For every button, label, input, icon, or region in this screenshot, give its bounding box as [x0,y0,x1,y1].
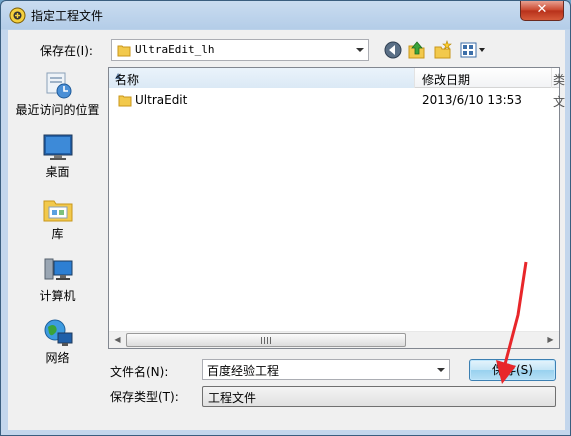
filetype-label: 保存类型(T): [110,390,179,404]
column-header-row: ▲ 名称 修改日期 类 [109,68,565,88]
column-name-label: 名称 [115,73,140,87]
folder-icon [118,95,132,107]
save-dialog-window: 指定工程文件 ✕ 保存在(I): UltraEdit_lh 最近访问的位置 桌面… [0,0,571,436]
place-libraries[interactable]: 库 [8,191,107,253]
item-name: UltraEdit [135,93,188,107]
back-icon[interactable] [383,40,403,60]
place-label: 最近访问的位置 [15,103,100,117]
filename-label: 文件名(N): [110,365,169,379]
dialog-client-area: 保存在(I): UltraEdit_lh 最近访问的位置 桌面 库 计算机 网络… [8,30,565,430]
chevron-down-icon[interactable] [355,45,365,55]
place-network[interactable]: 网络 [8,315,107,377]
red-arrow-annotation-icon [496,261,528,384]
column-header-type[interactable]: 类 [553,71,565,88]
place-computer[interactable]: 计算机 [8,253,107,315]
save-in-label: 保存在(I): [40,44,93,58]
new-folder-icon[interactable] [433,40,453,60]
filename-value: 百度经验工程 [207,364,280,378]
folder-icon [117,45,131,57]
place-label: 计算机 [39,289,76,303]
view-menu-icon[interactable] [459,40,487,60]
window-title: 指定工程文件 [31,9,104,23]
places-bar: 最近访问的位置 桌面 库 计算机 网络 [8,67,107,373]
place-recent[interactable]: 最近访问的位置 [8,67,107,129]
grip-icon [261,337,271,344]
place-label: 桌面 [45,165,70,179]
list-item[interactable]: UltraEdit 2013/6/10 13:53 文 [109,89,565,111]
save-in-value: UltraEdit_lh [135,43,215,56]
filetype-value: 工程文件 [208,391,257,405]
desktop-icon [43,134,73,160]
chevron-down-icon[interactable] [436,365,446,375]
scroll-left-icon[interactable]: ◀ [109,332,126,348]
column-header-name[interactable]: ▲ 名称 [109,68,415,88]
up-folder-icon[interactable] [407,40,427,60]
column-header-date[interactable]: 修改日期 [416,68,552,88]
scroll-thumb[interactable] [126,333,406,347]
save-in-combo[interactable]: UltraEdit_lh [111,39,369,61]
item-date: 2013/6/10 13:53 [422,93,522,107]
item-type: 文 [553,95,566,109]
column-date-label: 修改日期 [422,73,471,87]
close-icon: ✕ [536,2,548,17]
place-label: 网络 [45,351,70,365]
recent-places-icon [46,72,72,99]
network-icon [44,319,73,346]
computer-icon [44,258,73,280]
place-label: 库 [51,227,64,241]
place-desktop[interactable]: 桌面 [8,129,107,191]
close-button[interactable]: ✕ [520,1,564,21]
libraries-icon [43,200,73,222]
title-bar[interactable]: 指定工程文件 ✕ [1,1,570,30]
app-icon [9,7,26,24]
filename-input[interactable]: 百度经验工程 [202,359,450,380]
